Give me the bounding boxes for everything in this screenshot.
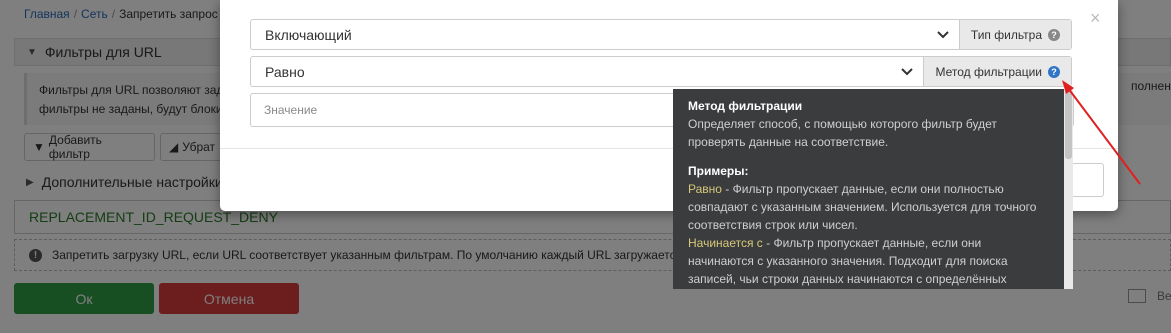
tooltip-example-text: - Фильтр пропускает данные, если они пол… bbox=[688, 182, 1037, 232]
filter-method-row: Равно Метод фильтрации ? bbox=[250, 56, 1072, 87]
modal-footer-button[interactable] bbox=[1072, 163, 1104, 197]
filter-type-label: Тип фильтра bbox=[970, 27, 1042, 42]
filter-type-row: Включающий Тип фильтра ? bbox=[250, 19, 1072, 50]
filter-type-addon: Тип фильтра ? bbox=[958, 20, 1071, 49]
tooltip-title: Метод фильтрации bbox=[688, 99, 803, 113]
scrollbar-thumb[interactable] bbox=[1065, 89, 1072, 159]
chevron-down-icon bbox=[901, 68, 914, 76]
tooltip-scrollbar[interactable] bbox=[1064, 89, 1073, 289]
filter-type-select[interactable]: Включающий bbox=[251, 20, 959, 49]
help-icon-active[interactable]: ? bbox=[1048, 65, 1060, 78]
tooltip-examples-heading: Примеры: bbox=[688, 164, 749, 178]
help-icon[interactable]: ? bbox=[1048, 28, 1060, 41]
filter-method-label: Метод фильтрации bbox=[935, 64, 1042, 79]
close-icon[interactable]: × bbox=[1090, 9, 1101, 27]
tooltip-description: Определяет способ, с помощью которого фи… bbox=[688, 117, 997, 149]
chevron-down-icon bbox=[937, 31, 949, 39]
filter-type-value: Включающий bbox=[265, 26, 352, 43]
tooltip-example: Начинается с - Фильтр пропускает данные,… bbox=[688, 234, 1049, 288]
tooltip-example: Равно - Фильтр пропускает данные, если о… bbox=[688, 180, 1049, 234]
filter-method-addon: Метод фильтрации ? bbox=[923, 57, 1071, 86]
filter-method-value: Равно bbox=[265, 63, 305, 80]
tooltip-example-term: Начинается с bbox=[688, 236, 763, 250]
tooltip-example-term: Равно bbox=[688, 182, 722, 196]
filter-method-tooltip: Метод фильтрации Определяет способ, с по… bbox=[673, 89, 1064, 289]
filter-method-select[interactable]: Равно bbox=[251, 57, 923, 86]
